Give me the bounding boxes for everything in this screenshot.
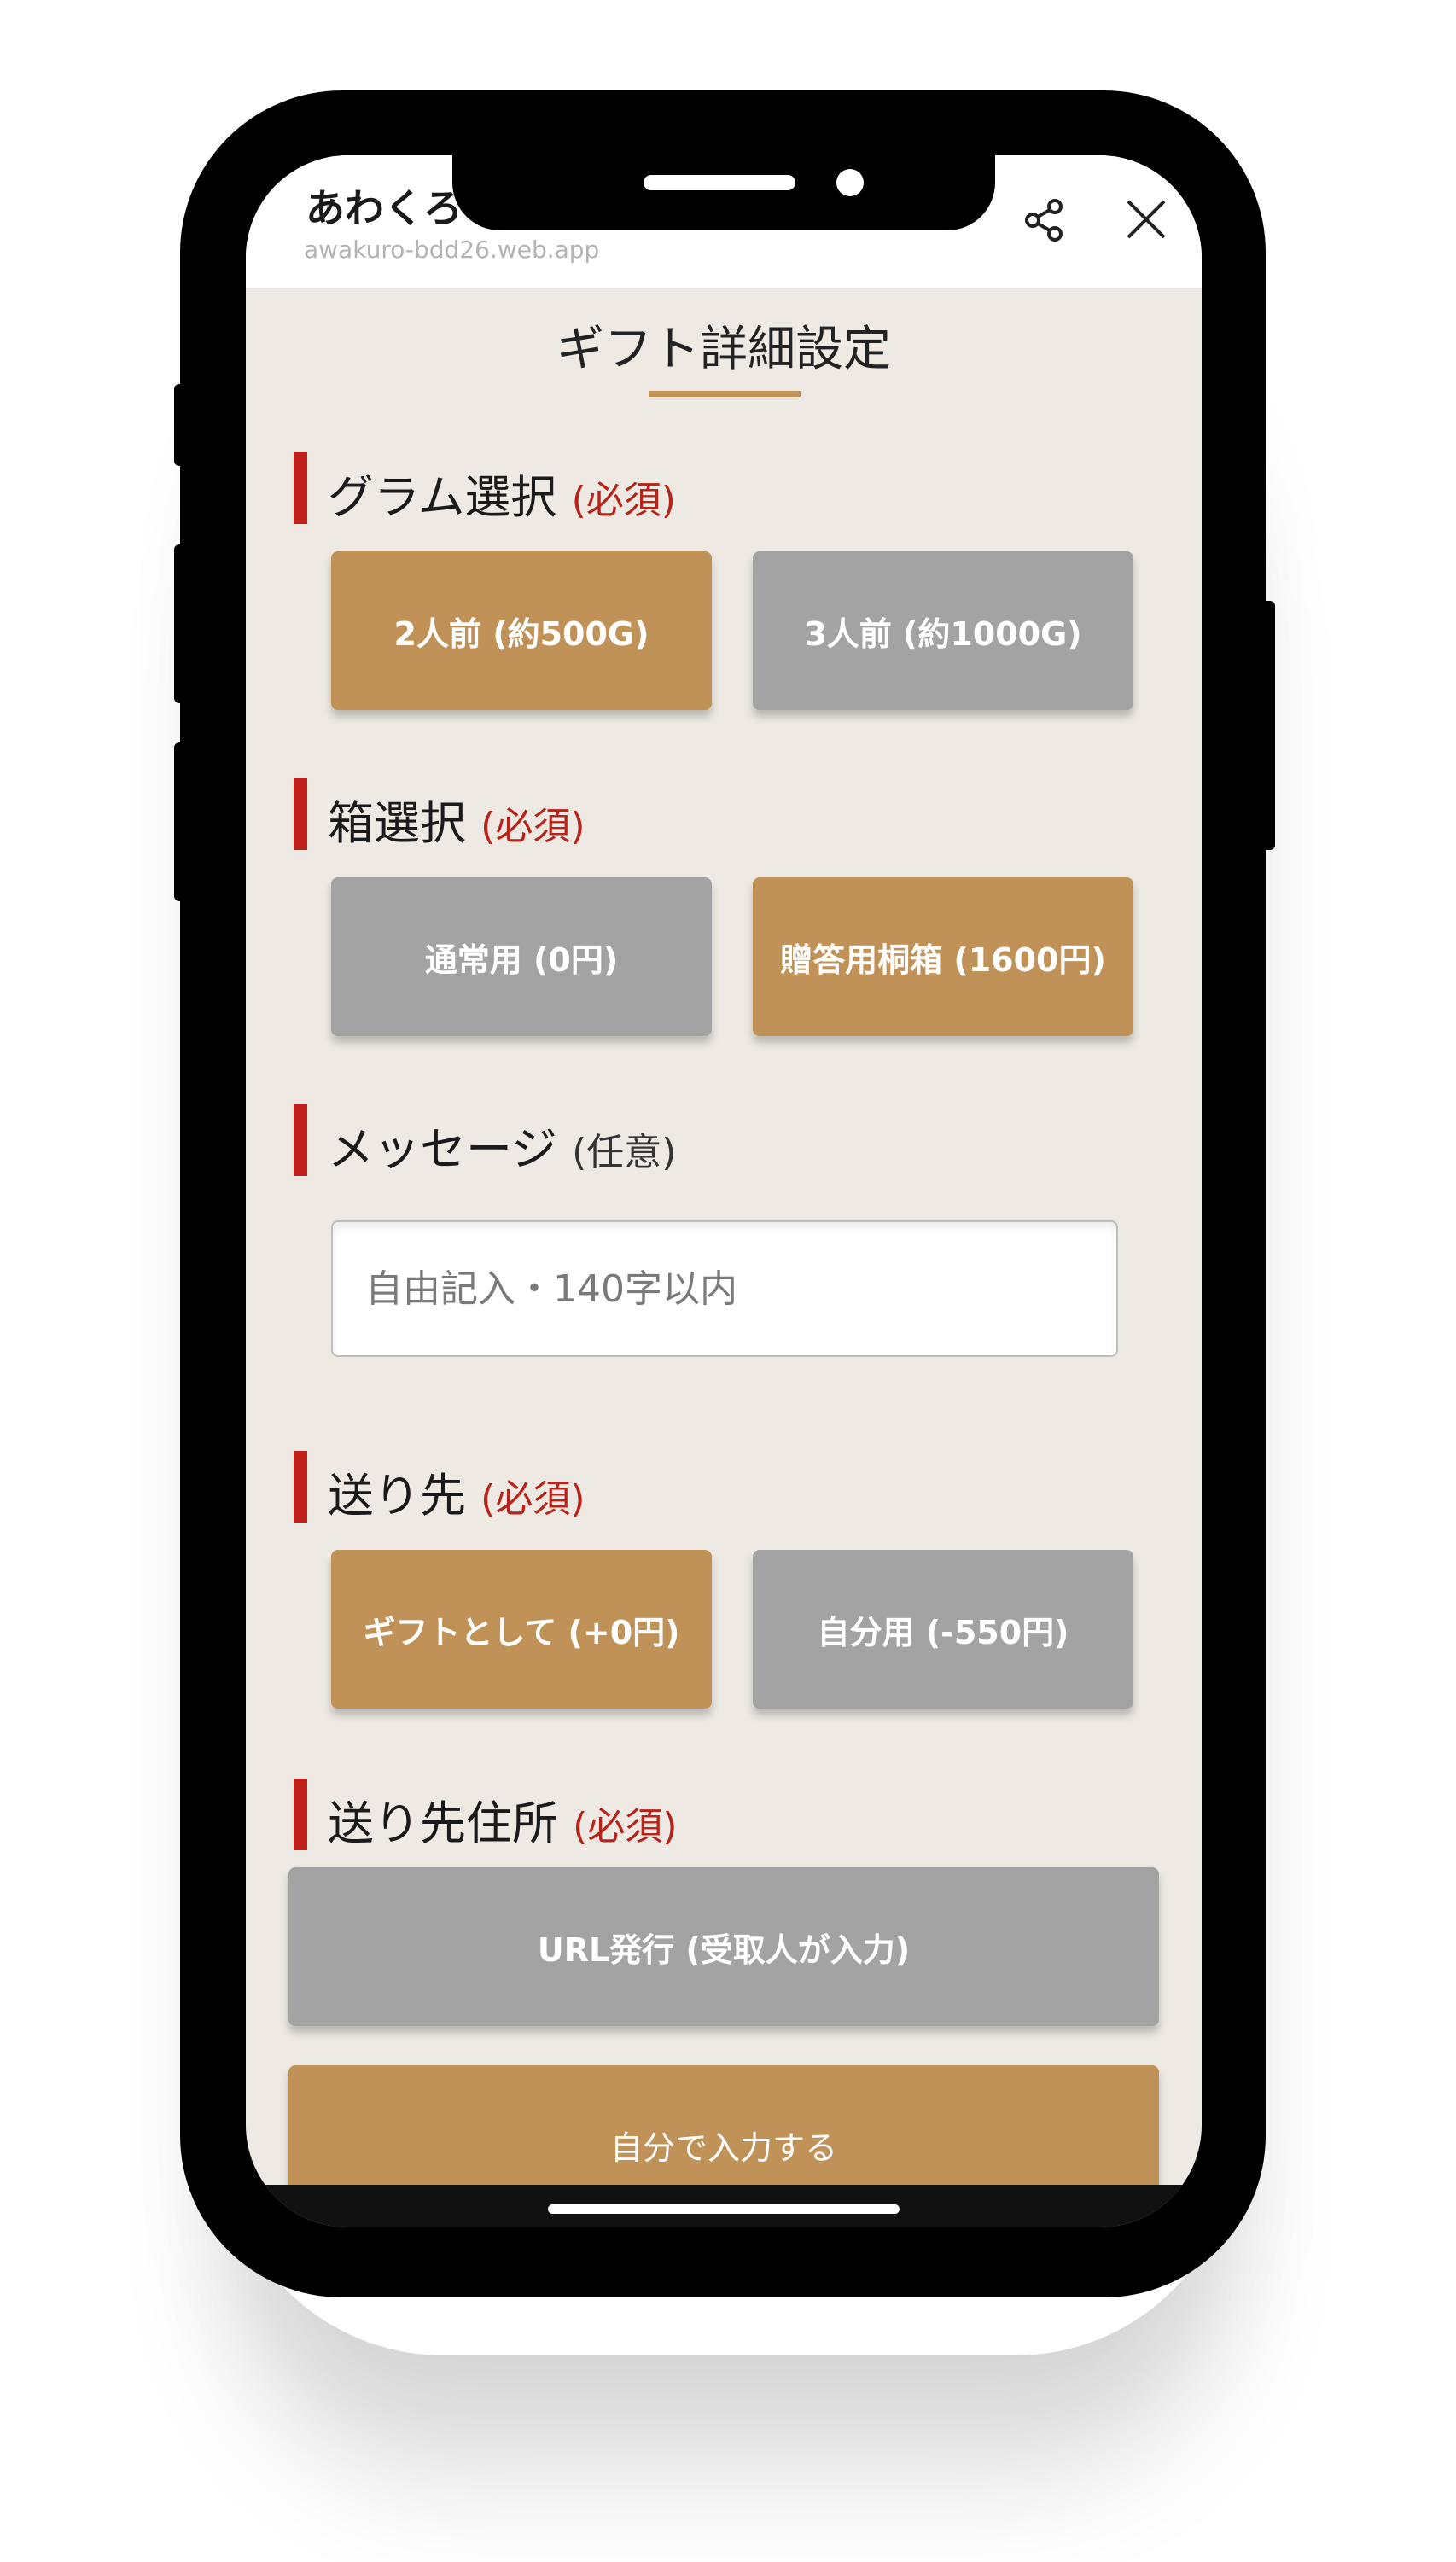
speaker-grille (644, 175, 795, 190)
section-marker (294, 1779, 307, 1850)
home-indicator[interactable] (548, 2204, 900, 2214)
option-box-gift-paulownia[interactable]: 贈答用桐箱 (1600円) (753, 877, 1133, 1036)
option-gram-3-person[interactable]: 3人前 (約1000G) (753, 551, 1133, 710)
option-gram-2-person[interactable]: 2人前 (約500G) (331, 551, 712, 710)
app-title: あわくろ (306, 185, 463, 231)
title-underline (649, 391, 801, 397)
message-input[interactable] (331, 1220, 1118, 1357)
section-marker (294, 778, 307, 850)
option-box-regular[interactable]: 通常用 (0円) (331, 877, 712, 1036)
mute-switch (174, 384, 186, 466)
section-title: 送り先 (必須) (328, 1458, 585, 1525)
required-tag: (必須) (480, 1477, 585, 1521)
section-title: グラム選択 (必須) (328, 459, 676, 527)
section-title: 送り先住所 (必須) (328, 1785, 678, 1853)
required-tag: (必須) (480, 805, 585, 848)
section-title: 箱選択 (必須) (328, 785, 585, 853)
section-marker (294, 1451, 307, 1523)
volume-up-button (174, 544, 186, 703)
app-url: awakuro-bdd26.web.app (304, 236, 600, 264)
section-gram-label: グラム選択 (328, 470, 557, 524)
front-camera (836, 169, 864, 196)
power-button (1261, 601, 1275, 850)
required-tag: (必須) (571, 479, 676, 522)
phone-screen: あわくろ awakuro-bdd26.web.app ギフト詳細設定 グラム選択… (246, 155, 1202, 2227)
required-tag: (必須) (573, 1805, 678, 1849)
optional-tag: (任意) (572, 1131, 677, 1174)
phone-notch (452, 155, 995, 230)
page-title: ギフト詳細設定 (556, 322, 891, 377)
option-address-issue-url[interactable]: URL発行 (受取人が入力) (288, 1867, 1159, 2026)
section-address-label: 送り先住所 (328, 1796, 558, 1850)
section-marker (294, 452, 307, 524)
option-recipient-gift[interactable]: ギフトとして (+0円) (331, 1550, 712, 1709)
section-title: メッセージ (任意) (328, 1111, 676, 1179)
option-recipient-self[interactable]: 自分用 (-550円) (753, 1550, 1133, 1709)
section-box-label: 箱選択 (328, 796, 466, 850)
share-icon[interactable] (1021, 196, 1069, 244)
volume-down-button (174, 742, 186, 901)
section-message-label: メッセージ (328, 1122, 557, 1176)
section-recipient-label: 送り先 (328, 1469, 466, 1523)
close-icon[interactable] (1121, 195, 1171, 244)
gift-settings-content: ギフト詳細設定 グラム選択 (必須) 2人前 (約500G) 3人前 (約100… (246, 288, 1202, 2227)
section-marker (294, 1104, 307, 1176)
